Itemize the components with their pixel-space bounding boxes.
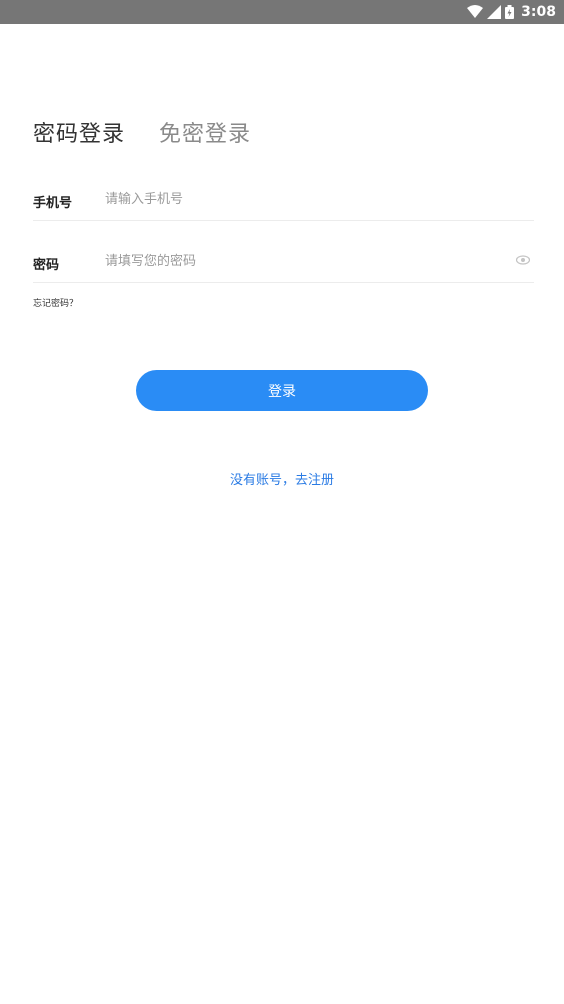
login-button[interactable]: 登录	[136, 370, 428, 411]
eye-icon[interactable]	[516, 255, 530, 265]
status-icons: 3:08	[467, 0, 556, 24]
status-time: 3:08	[521, 4, 556, 20]
phone-field: 手机号	[33, 180, 534, 221]
battery-icon	[505, 5, 515, 19]
status-bar: 3:08	[0, 0, 564, 24]
wifi-icon	[467, 5, 484, 18]
forgot-password-link[interactable]: 忘记密码？	[33, 296, 78, 309]
signal-icon	[487, 5, 502, 19]
password-label: 密码	[33, 258, 60, 273]
login-tabs: 密码登录 免密登录	[33, 116, 251, 148]
phone-input[interactable]	[105, 186, 485, 212]
password-field: 密码	[33, 242, 534, 283]
tab-password-login[interactable]: 密码登录	[33, 116, 125, 148]
register-link[interactable]: 没有账号，去注册	[0, 469, 564, 488]
phone-label: 手机号	[33, 196, 73, 211]
password-input[interactable]	[105, 248, 485, 274]
tab-passwordless-login[interactable]: 免密登录	[159, 116, 251, 148]
